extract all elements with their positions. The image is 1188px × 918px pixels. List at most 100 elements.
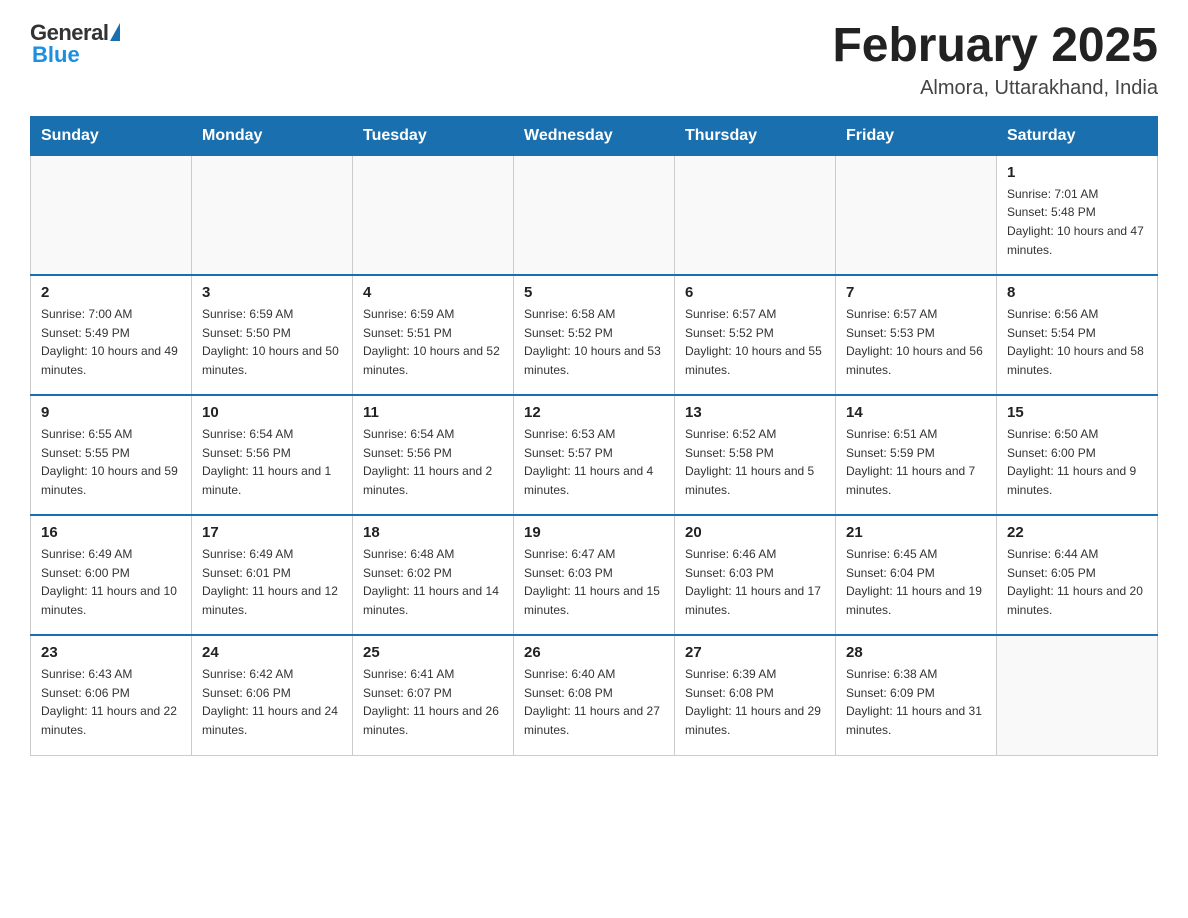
calendar-cell: 25Sunrise: 6:41 AMSunset: 6:07 PMDayligh… (353, 635, 514, 755)
calendar-week-row: 1Sunrise: 7:01 AMSunset: 5:48 PMDaylight… (31, 155, 1158, 275)
day-number: 19 (524, 524, 664, 541)
calendar-cell: 10 Sunrise: 6:54 AMSunset: 5:56 PMDayligh… (192, 395, 353, 515)
calendar-week-row: 9 Sunrise: 6:55 AMSunset: 5:55 PMDaylight… (31, 395, 1158, 515)
day-info: Sunrise: 6:54 AMSunset: 5:56 PMDaylight:… (202, 425, 342, 499)
weekday-header-wednesday: Wednesday (514, 116, 675, 155)
weekday-header-row: SundayMondayTuesdayWednesdayThursdayFrid… (31, 116, 1158, 155)
calendar-cell: 23 Sunrise: 6:43 AMSunset: 6:06 PMDayligh… (31, 635, 192, 755)
day-number: 13 (685, 404, 825, 421)
day-info: Sunrise: 6:58 AMSunset: 5:52 PMDaylight:… (524, 305, 664, 379)
title-area: February 2025 Almora, Uttarakhand, India (832, 20, 1158, 100)
calendar-cell: 18 Sunrise: 6:48 AMSunset: 6:02 PMDayligh… (353, 515, 514, 635)
day-number: 2 (41, 284, 181, 301)
day-number: 21 (846, 524, 986, 541)
day-number: 5 (524, 284, 664, 301)
calendar-cell (192, 155, 353, 275)
day-info: Sunrise: 6:51 AMSunset: 5:59 PMDaylight:… (846, 425, 986, 499)
day-number: 3 (202, 284, 342, 301)
calendar-cell: 3 Sunrise: 6:59 AMSunset: 5:50 PMDaylight… (192, 275, 353, 395)
day-number: 27 (685, 644, 825, 661)
day-info: Sunrise: 6:57 AMSunset: 5:52 PMDaylight:… (685, 305, 825, 379)
calendar-cell: 22 Sunrise: 6:44 AMSunset: 6:05 PMDayligh… (997, 515, 1158, 635)
day-number: 1 (1007, 164, 1147, 181)
calendar-cell: 8 Sunrise: 6:56 AMSunset: 5:54 PMDaylight… (997, 275, 1158, 395)
calendar-cell: 9 Sunrise: 6:55 AMSunset: 5:55 PMDaylight… (31, 395, 192, 515)
day-info: Sunrise: 6:55 AMSunset: 5:55 PMDaylight:… (41, 425, 181, 499)
calendar-cell: 7 Sunrise: 6:57 AMSunset: 5:53 PMDaylight… (836, 275, 997, 395)
day-info: Sunrise: 6:48 AMSunset: 6:02 PMDaylight:… (363, 545, 503, 619)
weekday-header-saturday: Saturday (997, 116, 1158, 155)
calendar-cell (675, 155, 836, 275)
weekday-header-tuesday: Tuesday (353, 116, 514, 155)
calendar-cell: 19Sunrise: 6:47 AMSunset: 6:03 PMDayligh… (514, 515, 675, 635)
day-number: 26 (524, 644, 664, 661)
calendar-cell: 16 Sunrise: 6:49 AMSunset: 6:00 PMDayligh… (31, 515, 192, 635)
day-number: 7 (846, 284, 986, 301)
day-info: Sunrise: 6:49 AMSunset: 6:00 PMDaylight:… (41, 545, 181, 619)
logo-blue-text: Blue (32, 42, 80, 68)
weekday-header-friday: Friday (836, 116, 997, 155)
day-info: Sunrise: 6:45 AMSunset: 6:04 PMDaylight:… (846, 545, 986, 619)
day-info: Sunrise: 6:52 AMSunset: 5:58 PMDaylight:… (685, 425, 825, 499)
calendar-cell: 1Sunrise: 7:01 AMSunset: 5:48 PMDaylight… (997, 155, 1158, 275)
day-info: Sunrise: 6:43 AMSunset: 6:06 PMDaylight:… (41, 665, 181, 739)
calendar-cell: 20Sunrise: 6:46 AMSunset: 6:03 PMDayligh… (675, 515, 836, 635)
calendar-cell: 11 Sunrise: 6:54 AMSunset: 5:56 PMDayligh… (353, 395, 514, 515)
day-info: Sunrise: 6:50 AMSunset: 6:00 PMDaylight:… (1007, 425, 1147, 499)
page-header: General Blue February 2025 Almora, Uttar… (30, 20, 1158, 100)
logo: General Blue (30, 20, 120, 68)
calendar-cell: 13 Sunrise: 6:52 AMSunset: 5:58 PMDayligh… (675, 395, 836, 515)
calendar-cell (997, 635, 1158, 755)
calendar-cell (31, 155, 192, 275)
day-number: 4 (363, 284, 503, 301)
calendar-cell: 5 Sunrise: 6:58 AMSunset: 5:52 PMDaylight… (514, 275, 675, 395)
day-number: 16 (41, 524, 181, 541)
day-info: Sunrise: 6:40 AMSunset: 6:08 PMDaylight:… (524, 665, 664, 739)
day-info: Sunrise: 6:54 AMSunset: 5:56 PMDaylight:… (363, 425, 503, 499)
calendar-table: SundayMondayTuesdayWednesdayThursdayFrid… (30, 116, 1158, 756)
day-number: 23 (41, 644, 181, 661)
calendar-week-row: 16 Sunrise: 6:49 AMSunset: 6:00 PMDayligh… (31, 515, 1158, 635)
calendar-cell: 24 Sunrise: 6:42 AMSunset: 6:06 PMDayligh… (192, 635, 353, 755)
day-number: 18 (363, 524, 503, 541)
month-title: February 2025 (832, 20, 1158, 73)
calendar-cell: 15 Sunrise: 6:50 AMSunset: 6:00 PMDayligh… (997, 395, 1158, 515)
day-info: Sunrise: 6:57 AMSunset: 5:53 PMDaylight:… (846, 305, 986, 379)
day-number: 9 (41, 404, 181, 421)
calendar-cell: 26 Sunrise: 6:40 AMSunset: 6:08 PMDayligh… (514, 635, 675, 755)
day-number: 17 (202, 524, 342, 541)
day-number: 8 (1007, 284, 1147, 301)
weekday-header-monday: Monday (192, 116, 353, 155)
day-number: 24 (202, 644, 342, 661)
location-title: Almora, Uttarakhand, India (832, 77, 1158, 100)
day-info: Sunrise: 6:44 AMSunset: 6:05 PMDaylight:… (1007, 545, 1147, 619)
day-info: Sunrise: 6:42 AMSunset: 6:06 PMDaylight:… (202, 665, 342, 739)
day-number: 25 (363, 644, 503, 661)
weekday-header-thursday: Thursday (675, 116, 836, 155)
day-info: Sunrise: 7:00 AMSunset: 5:49 PMDaylight:… (41, 305, 181, 379)
day-info: Sunrise: 6:59 AMSunset: 5:51 PMDaylight:… (363, 305, 503, 379)
day-number: 15 (1007, 404, 1147, 421)
day-number: 6 (685, 284, 825, 301)
logo-triangle-icon (110, 23, 120, 41)
day-number: 12 (524, 404, 664, 421)
day-info: Sunrise: 6:56 AMSunset: 5:54 PMDaylight:… (1007, 305, 1147, 379)
calendar-cell: 6 Sunrise: 6:57 AMSunset: 5:52 PMDaylight… (675, 275, 836, 395)
day-info: Sunrise: 6:59 AMSunset: 5:50 PMDaylight:… (202, 305, 342, 379)
calendar-cell: 12 Sunrise: 6:53 AMSunset: 5:57 PMDayligh… (514, 395, 675, 515)
calendar-week-row: 2 Sunrise: 7:00 AMSunset: 5:49 PMDaylight… (31, 275, 1158, 395)
day-number: 22 (1007, 524, 1147, 541)
calendar-week-row: 23 Sunrise: 6:43 AMSunset: 6:06 PMDayligh… (31, 635, 1158, 755)
day-number: 28 (846, 644, 986, 661)
calendar-cell: 4 Sunrise: 6:59 AMSunset: 5:51 PMDaylight… (353, 275, 514, 395)
day-info: Sunrise: 6:39 AMSunset: 6:08 PMDaylight:… (685, 665, 825, 739)
day-info: Sunrise: 6:49 AMSunset: 6:01 PMDaylight:… (202, 545, 342, 619)
day-number: 10 (202, 404, 342, 421)
day-info: Sunrise: 6:46 AMSunset: 6:03 PMDaylight:… (685, 545, 825, 619)
calendar-cell (836, 155, 997, 275)
day-number: 11 (363, 404, 503, 421)
day-info: Sunrise: 6:53 AMSunset: 5:57 PMDaylight:… (524, 425, 664, 499)
weekday-header-sunday: Sunday (31, 116, 192, 155)
calendar-cell (514, 155, 675, 275)
calendar-cell: 17 Sunrise: 6:49 AMSunset: 6:01 PMDayligh… (192, 515, 353, 635)
